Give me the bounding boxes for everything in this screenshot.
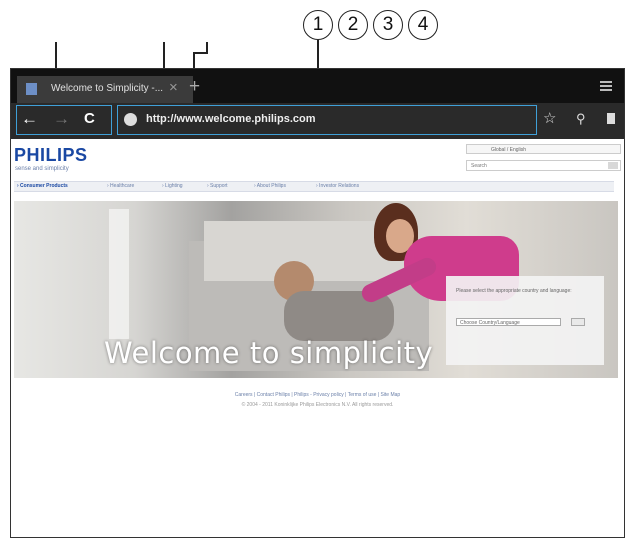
url-input[interactable]: http://www.welcome.philips.com [117,105,537,135]
footer-copyright: © 2004 - 2011 Koninklijke Philips Electr… [241,402,394,408]
callout-1: 1 [303,10,333,40]
callout-4: 4 [408,10,438,40]
nav-support[interactable]: › Support [207,183,228,189]
tagline: sense and simplicity [15,166,69,172]
leader-line [206,42,208,54]
callout-2: 2 [338,10,368,40]
reload-icon[interactable]: C [84,109,95,129]
close-tab-icon[interactable]: × [169,79,178,96]
philips-logo[interactable]: PHILIPS [14,145,88,166]
footer-links[interactable]: Careers | Contact Philips | Philips - Pr… [11,392,624,398]
bookmarks-icon[interactable] [607,113,615,124]
nav-healthcare[interactable]: › Healthcare [107,183,134,189]
site-search-input[interactable]: Search [466,160,621,171]
tab-bar: Welcome to Simplicity -... × + [11,69,624,103]
search-icon[interactable]: ⚲ [576,110,586,128]
hero-welcome-text: Welcome to simplicity [104,336,434,370]
new-tab-icon[interactable]: + [189,77,200,96]
tab-title: Welcome to Simplicity -... [51,83,164,94]
language-panel-text: Please select the appropriate country an… [456,288,572,294]
menu-icon[interactable] [600,81,612,93]
url-text: http://www.welcome.philips.com [146,113,316,125]
favicon-icon [26,83,37,95]
forward-icon[interactable]: → [53,109,70,129]
language-go-button[interactable] [571,318,585,326]
address-bar: ← → C http://www.welcome.philips.com ☆ ⚲ [11,103,624,139]
nav-investor-relations[interactable]: › Investor Relations [316,183,359,189]
callout-3: 3 [373,10,403,40]
site-nav: › Consumer Products › Healthcare › Light… [14,181,614,192]
browser-tab[interactable]: Welcome to Simplicity -... × [17,76,193,103]
navigation-controls: ← → C [16,105,112,135]
nav-lighting[interactable]: › Lighting [162,183,183,189]
leader-line [193,52,207,54]
star-icon[interactable]: ☆ [543,110,556,128]
nav-consumer-products[interactable]: › Consumer Products [17,183,68,189]
nav-about-philips[interactable]: › About Philips [254,183,286,189]
country-language-select[interactable]: Choose Country/Language [456,318,561,326]
site-search-button[interactable] [608,162,618,169]
back-icon[interactable]: ← [21,109,38,129]
web-page: PHILIPS sense and simplicity Global / En… [11,139,624,537]
tablet-screen: Welcome to Simplicity -... × + ← → C htt… [10,68,625,538]
globe-icon [124,113,137,126]
window-frame [109,209,129,339]
hero-image: Welcome to simplicity Please select the … [14,201,618,378]
language-panel: Please select the appropriate country an… [446,276,604,365]
language-selector[interactable]: Global / English [466,144,621,154]
search-placeholder: Search [471,163,487,169]
